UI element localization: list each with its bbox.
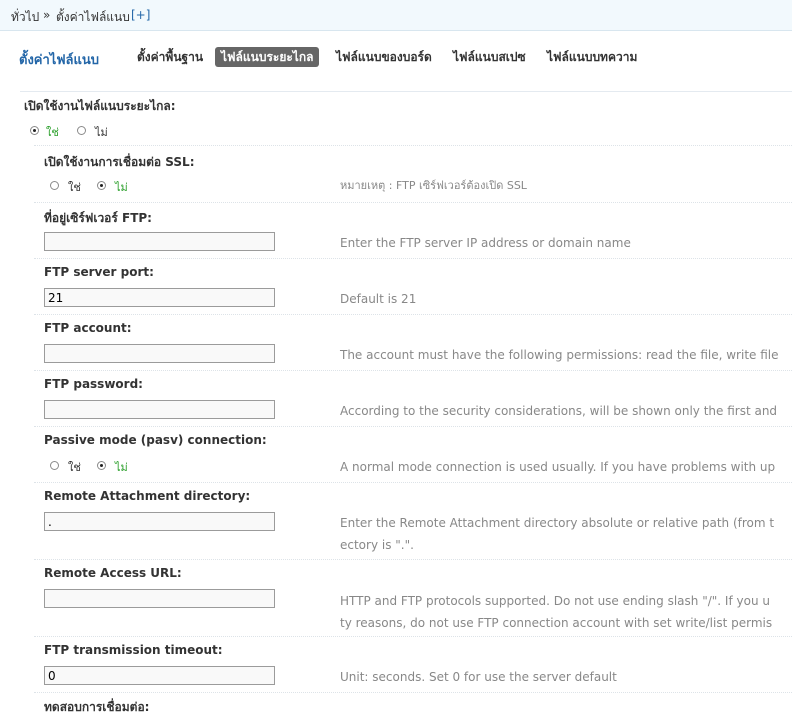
divider: [34, 426, 792, 427]
divider: [20, 91, 792, 92]
ssl-label: เปิดใช้งานการเชื่อมต่อ SSL:: [44, 155, 195, 169]
ftp-password-input[interactable]: [44, 400, 275, 419]
test-connection-label: ทดสอบการเชื่อมต่อ:: [44, 700, 150, 714]
passive-mode-hint: A normal mode connection is used usually…: [340, 460, 776, 474]
ssl-yes-label[interactable]: ใช่: [68, 178, 81, 196]
ftp-account-label: FTP account:: [44, 321, 132, 335]
tab-remote-attachment[interactable]: ไฟล์แนบระยะไกล: [215, 47, 320, 67]
remote-dir-hint-line1: Enter the Remote Attachment directory ab…: [340, 516, 775, 530]
tab-basic-settings[interactable]: ตั้งค่าพื้นฐาน: [131, 47, 209, 67]
passive-no-radio[interactable]: [97, 461, 106, 470]
divider: [34, 145, 792, 146]
ftp-account-input[interactable]: [44, 344, 275, 363]
passive-yes-label[interactable]: ใช่: [68, 458, 81, 476]
ftp-account-hint: The account must have the following perm…: [340, 348, 779, 362]
page-title: ตั้งค่าไฟล์แนบ: [19, 53, 100, 68]
ftp-timeout-label: FTP transmission timeout:: [44, 643, 223, 657]
divider: [34, 202, 792, 203]
enable-remote-no-radio[interactable]: [77, 126, 86, 135]
breadcrumb: ทั่วไป » ตั้งค่าไฟล์แนบ [+]: [0, 0, 792, 31]
tab-space-attachment[interactable]: ไฟล์แนบสเปซ: [447, 47, 532, 67]
remote-url-input[interactable]: [44, 589, 275, 608]
ftp-server-input[interactable]: [44, 232, 275, 251]
divider: [34, 482, 792, 483]
ftp-port-label: FTP server port:: [44, 265, 154, 279]
ftp-password-hint: According to the security considerations…: [340, 404, 778, 418]
passive-mode-label: Passive mode (pasv) connection:: [44, 433, 267, 447]
passive-yes-radio[interactable]: [50, 461, 59, 470]
enable-remote-label: เปิดใช้งานไฟล์แนบระยะไกล:: [24, 99, 176, 113]
ftp-server-label: ที่อยู่เซิร์ฟเวอร์ FTP:: [44, 211, 152, 225]
ssl-no-radio[interactable]: [97, 181, 106, 190]
ftp-timeout-input[interactable]: [44, 666, 275, 685]
ssl-hint: หมายเหตุ : FTP เซิร์ฟเวอร์ต้องเปิด SSL: [340, 179, 527, 192]
divider: [34, 314, 792, 315]
ftp-port-input[interactable]: [44, 288, 275, 307]
divider: [34, 559, 792, 560]
remote-dir-label: Remote Attachment directory:: [44, 489, 251, 503]
enable-remote-yes-radio[interactable]: [30, 126, 39, 135]
remote-dir-hint-line2: ectory is ".".: [340, 538, 414, 552]
divider: [34, 692, 792, 693]
ftp-port-hint: Default is 21: [340, 292, 417, 306]
passive-no-label[interactable]: ไม่: [115, 458, 128, 476]
ftp-server-hint: Enter the FTP server IP address or domai…: [340, 236, 631, 250]
ssl-no-label[interactable]: ไม่: [115, 178, 128, 196]
ssl-yes-radio[interactable]: [50, 181, 59, 190]
remote-url-hint-line1: HTTP and FTP protocols supported. Do not…: [340, 594, 770, 608]
remote-url-label: Remote Access URL:: [44, 566, 182, 580]
breadcrumb-add-link[interactable]: [+]: [131, 8, 150, 22]
ftp-timeout-hint: Unit: seconds. Set 0 for use the server …: [340, 670, 617, 684]
remote-dir-input[interactable]: [44, 512, 275, 531]
breadcrumb-current: ตั้งค่าไฟล์แนบ: [56, 10, 130, 24]
divider: [34, 258, 792, 259]
remote-url-hint-line2: ty reasons, do not use FTP connection ac…: [340, 616, 773, 630]
divider: [34, 636, 792, 637]
divider: [34, 370, 792, 371]
tab-forum-attachment[interactable]: ไฟล์แนบของบอร์ด: [330, 47, 438, 67]
ftp-password-label: FTP password:: [44, 377, 143, 391]
breadcrumb-home-link[interactable]: ทั่วไป: [11, 8, 39, 27]
breadcrumb-separator: »: [43, 8, 51, 22]
enable-remote-no-label[interactable]: ไม่: [95, 123, 108, 141]
enable-remote-yes-label[interactable]: ใช่: [46, 123, 59, 141]
tab-article-attachment[interactable]: ไฟล์แนบบทความ: [541, 47, 643, 67]
